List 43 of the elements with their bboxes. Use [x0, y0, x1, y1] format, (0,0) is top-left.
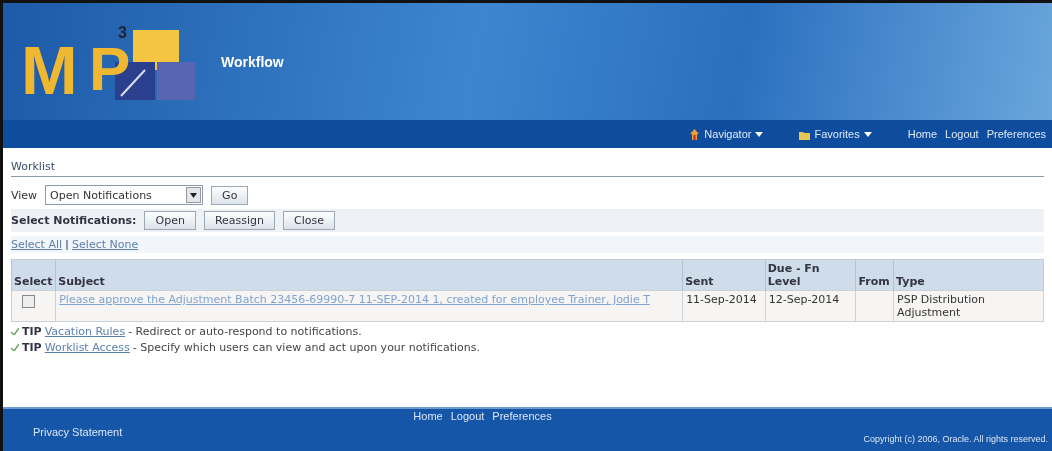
- section-title: Worklist: [11, 154, 1044, 177]
- nav-link[interactable]: Home: [907, 128, 938, 140]
- app-title: Workflow: [221, 53, 284, 70]
- select-link[interactable]: Select None: [72, 238, 139, 251]
- nav-link[interactable]: Logout: [945, 128, 979, 140]
- tip-label: TIP: [22, 341, 42, 354]
- copyright-text: Copyright (c) 2006, Oracle. All rights reserved.: [863, 434, 1048, 444]
- tip-link[interactable]: Vacation Rules: [44, 325, 126, 338]
- table-cell: 12-Sep-2014: [765, 290, 856, 322]
- check-icon: [11, 344, 19, 351]
- caret-icon: [755, 131, 764, 137]
- tip-label: TIP: [22, 325, 42, 338]
- tip-text: - Redirect or auto-respond to notifications.: [128, 325, 362, 338]
- go-button[interactable]: Go: [211, 185, 249, 205]
- action-button[interactable]: Close: [283, 211, 335, 230]
- house-icon: [689, 128, 701, 140]
- column-header: From: [855, 259, 894, 291]
- nav-menu[interactable]: Navigator: [704, 128, 752, 140]
- row-checkbox[interactable]: [22, 295, 35, 308]
- nav-menu[interactable]: Favorites: [814, 128, 860, 140]
- table-cell: PSP Distribution Adjustment: [893, 290, 1044, 322]
- view-label: View: [11, 188, 38, 202]
- action-button[interactable]: Open: [144, 211, 196, 230]
- caret-icon: [186, 187, 202, 203]
- column-header: Type: [893, 259, 1044, 291]
- footer-link[interactable]: Preferences: [492, 410, 552, 422]
- footer-link[interactable]: Home: [413, 410, 443, 422]
- column-header: Sent: [682, 259, 766, 291]
- column-header: Subject: [55, 259, 683, 291]
- tip-text: - Specify which users can view and act upon your notifications.: [132, 341, 480, 354]
- column-header: Select: [11, 259, 56, 291]
- table-cell: 11-Sep-2014: [682, 290, 766, 322]
- caret-icon: [863, 131, 872, 137]
- action-button[interactable]: Reassign: [203, 211, 275, 230]
- privacy-link[interactable]: Privacy Statement: [33, 426, 123, 444]
- tip-link[interactable]: Worklist Access: [44, 341, 130, 354]
- check-icon: [11, 328, 19, 335]
- select-link[interactable]: Select All: [11, 238, 63, 251]
- actions-label: Select Notifications:: [11, 214, 137, 227]
- footer-link[interactable]: Logout: [450, 410, 485, 422]
- column-header: Due - Fn Level: [765, 259, 856, 291]
- view-dropdown[interactable]: Open Notifications: [45, 185, 204, 205]
- nav-link[interactable]: Preferences: [986, 128, 1046, 140]
